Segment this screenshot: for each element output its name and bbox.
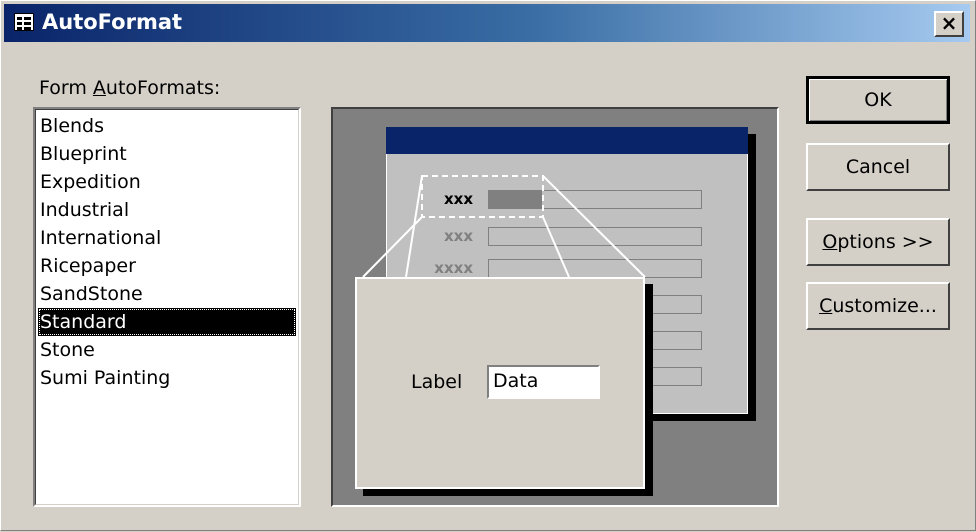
preview-popup-label: Label xyxy=(411,371,463,393)
preview-popup-data: Data xyxy=(487,365,600,399)
customize-button[interactable]: Customize... xyxy=(806,282,950,330)
autoformat-dialog: AutoFormat × Form AutoFormats: Blends Bl… xyxy=(0,0,976,531)
options-button[interactable]: Options >> xyxy=(806,218,950,266)
cancel-button[interactable]: Cancel xyxy=(806,143,950,191)
ok-button[interactable]: OK xyxy=(806,76,950,124)
